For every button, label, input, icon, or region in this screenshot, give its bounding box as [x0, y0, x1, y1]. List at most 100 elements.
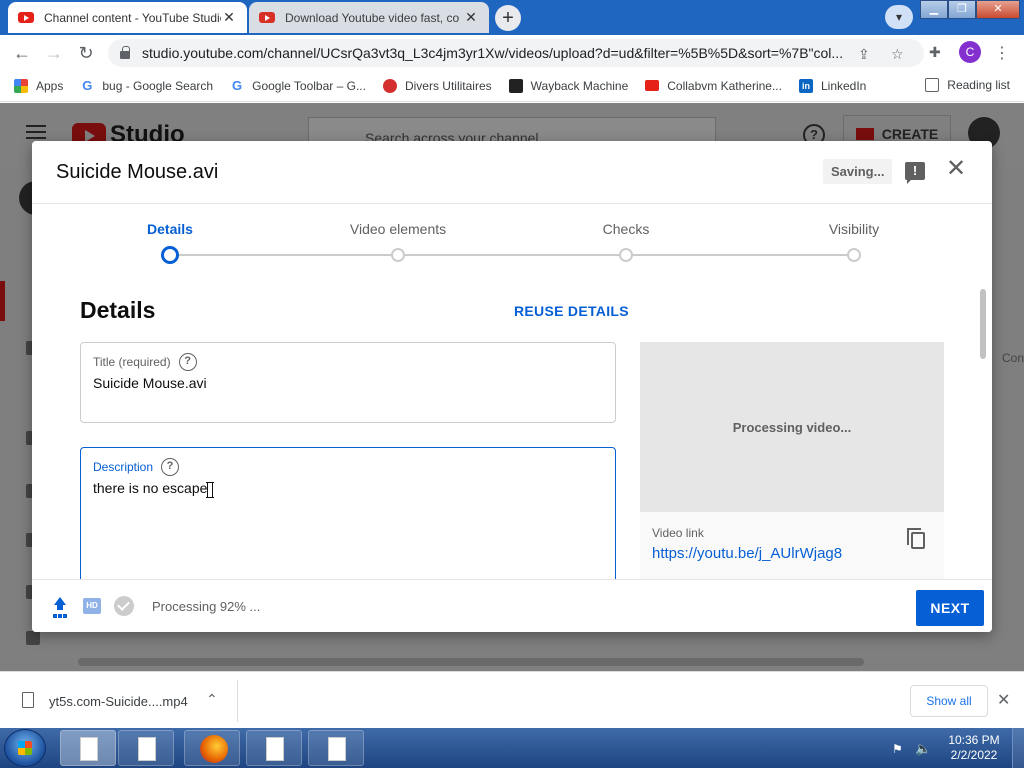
processing-status: Processing 92% ... — [152, 599, 261, 614]
taskbar-document[interactable] — [246, 730, 302, 766]
share-icon[interactable]: ⇪ — [858, 46, 870, 63]
help-question-icon[interactable]: ? — [178, 353, 197, 371]
help-question-icon[interactable]: ? — [161, 458, 180, 476]
bookmark-linkedin[interactable]: in LinkedIn — [798, 78, 866, 93]
bookmarks-bar: Apps G bug - Google Search G Google Tool… — [0, 70, 1024, 102]
linkedin-icon: in — [798, 78, 813, 93]
reload-icon[interactable]: ↻ — [75, 42, 97, 64]
content-heading-fragment: Con — [1002, 351, 1024, 365]
bookmark-label: Divers Utilitaires — [404, 78, 492, 93]
bookmark-apps[interactable]: Apps — [14, 78, 63, 93]
download-bar: yt5s.com-Suicide....mp4 ⌃ Show all ✕ — [0, 671, 1024, 728]
url-text[interactable]: studio.youtube.com/channel/UCsrQa3vt3q_L… — [142, 45, 842, 61]
firefox-icon — [200, 735, 228, 763]
checks-complete-icon — [114, 596, 134, 616]
volume-icon[interactable]: 🔈 — [915, 741, 931, 757]
download-divider — [237, 680, 238, 722]
video-link-url[interactable]: https://youtu.be/j_AUlrWjag8 — [652, 545, 842, 562]
dialog-close-icon[interactable]: ✕ — [945, 157, 967, 181]
start-orb-icon[interactable] — [4, 729, 46, 767]
tab-download-youtube[interactable]: Download Youtube video fast, co ✕ — [249, 2, 489, 33]
hd-processing-icon: HD — [83, 598, 101, 614]
tab-title: Download Youtube video fast, co — [285, 10, 460, 25]
tab-youtube-studio[interactable]: Channel content - YouTube Studio ✕ — [8, 2, 247, 33]
bookmark-star-icon[interactable]: ☆ — [891, 46, 904, 63]
dialog-header: Suicide Mouse.avi Saving... ! ✕ — [32, 141, 992, 204]
restore-icon[interactable]: ❐ — [948, 0, 976, 19]
step-dot-visibility[interactable] — [847, 248, 861, 262]
bookmark-bug-google-search[interactable]: G bug - Google Search — [80, 77, 213, 93]
action-center-flag-icon[interactable]: ⚑ — [892, 742, 903, 756]
hamburger-menu-icon[interactable] — [26, 125, 46, 139]
bookmark-divers-utilitaires[interactable]: Divers Utilitaires — [382, 78, 492, 93]
reuse-details-button[interactable]: REUSE DETAILS — [514, 303, 629, 319]
step-video-elements[interactable]: Video elements — [338, 221, 458, 237]
google-icon: G — [230, 77, 245, 93]
bookmark-label: Wayback Machine — [530, 78, 629, 93]
upload-icon — [52, 597, 68, 615]
download-bar-close-icon[interactable]: ✕ — [997, 690, 1010, 710]
title-input[interactable]: Suicide Mouse.avi — [93, 375, 207, 391]
title-field-label: Title (required) ? — [93, 353, 197, 371]
sidebar-feedback-icon[interactable] — [26, 631, 40, 645]
back-arrow-icon[interactable]: ← — [11, 42, 33, 64]
step-dot-checks[interactable] — [619, 248, 633, 262]
tab-close-icon[interactable]: ✕ — [463, 9, 479, 26]
forward-arrow-icon[interactable]: → — [43, 42, 65, 64]
chevron-up-icon[interactable]: ⌃ — [206, 691, 218, 708]
taskbar-firefox[interactable] — [184, 730, 240, 766]
sidebar-active-indicator — [0, 281, 5, 321]
text-cursor-icon — [206, 482, 214, 498]
bookmark-wayback-machine[interactable]: Wayback Machine — [508, 78, 629, 93]
reading-list[interactable]: Reading list — [925, 78, 1010, 92]
video-preview: Processing video... — [640, 342, 944, 512]
taskbar-document[interactable] — [118, 730, 174, 766]
step-dot-video-elements[interactable] — [391, 248, 405, 262]
google-icon: G — [80, 77, 95, 93]
bookmark-google-toolbar[interactable]: G Google Toolbar – G... — [230, 77, 366, 93]
description-input[interactable]: there is no escape — [93, 480, 207, 496]
video-link-label: Video link — [652, 526, 704, 540]
step-visibility[interactable]: Visibility — [794, 221, 914, 237]
pin-icon — [382, 78, 397, 93]
upload-dialog: Suicide Mouse.avi Saving... ! ✕ Details … — [32, 141, 992, 632]
show-desktop-button[interactable] — [1012, 728, 1024, 768]
youtube-favicon-icon — [18, 12, 34, 23]
window-close-icon[interactable]: ✕ — [976, 0, 1020, 19]
step-checks[interactable]: Checks — [566, 221, 686, 237]
dialog-scrollbar-thumb[interactable] — [980, 289, 986, 359]
taskbar-document[interactable] — [308, 730, 364, 766]
browser-menu-icon[interactable]: ⋮ — [994, 43, 1010, 63]
step-details[interactable]: Details — [110, 221, 230, 237]
tab-close-icon[interactable]: ✕ — [221, 9, 237, 26]
bookmark-collabvm[interactable]: Collabvm Katherine... — [645, 79, 782, 93]
document-icon — [138, 737, 156, 761]
extensions-puzzle-icon[interactable]: ✚ — [929, 44, 941, 61]
system-clock[interactable]: 10:36 PM 2/2/2022 — [944, 733, 1004, 763]
clock-date: 2/2/2022 — [950, 748, 998, 762]
copy-icon[interactable] — [907, 528, 925, 549]
document-icon — [80, 737, 98, 761]
browser-tab-strip: Channel content - YouTube Studio ✕ Downl… — [0, 0, 1024, 35]
apps-grid-icon — [14, 78, 28, 93]
description-field-label: Description ? — [93, 458, 180, 476]
tab-search-chevron-icon[interactable]: ▾ — [885, 5, 913, 29]
video-camera-icon — [855, 128, 874, 140]
title-field[interactable]: Title (required) ? Suicide Mouse.avi — [80, 342, 616, 423]
download-file-name[interactable]: yt5s.com-Suicide....mp4 — [49, 694, 188, 709]
feedback-icon[interactable]: ! — [905, 162, 925, 184]
bookmark-label: Google Toolbar – G... — [252, 78, 366, 93]
address-bar[interactable]: studio.youtube.com/channel/UCsrQa3vt3q_L… — [108, 39, 924, 67]
profile-avatar[interactable]: C — [959, 41, 981, 63]
taskbar-file-explorer[interactable] — [60, 730, 116, 766]
new-tab-plus-icon[interactable]: + — [495, 5, 521, 31]
minimize-icon[interactable]: ▁ — [920, 0, 948, 19]
step-dot-details[interactable] — [161, 246, 179, 264]
page-horizontal-scrollbar[interactable] — [78, 658, 864, 666]
description-field[interactable]: Description ? there is no escape — [80, 447, 616, 579]
lock-icon[interactable] — [120, 46, 130, 59]
reading-list-icon — [925, 78, 940, 92]
show-all-button[interactable]: Show all — [910, 685, 988, 717]
next-button[interactable]: NEXT — [916, 590, 984, 626]
details-heading: Details — [80, 297, 156, 323]
